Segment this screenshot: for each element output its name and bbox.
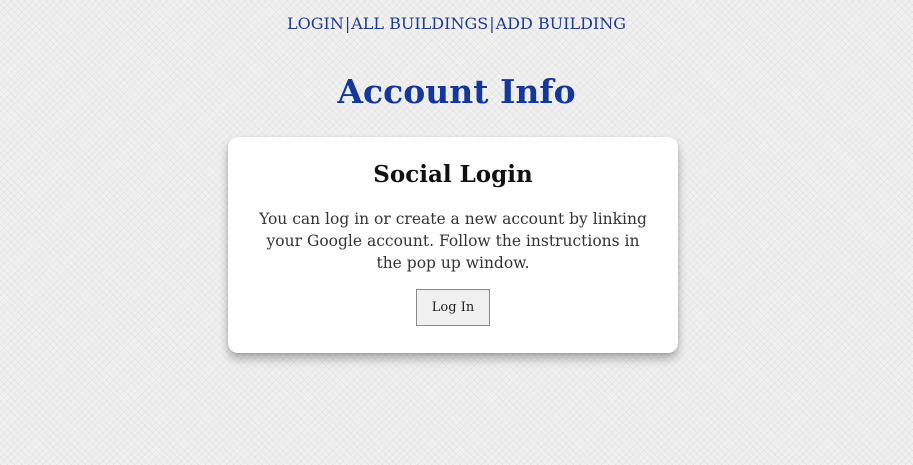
- page-title: Account Info: [337, 72, 576, 111]
- nav-link-all-buildings[interactable]: ALL BUILDINGS: [351, 14, 488, 33]
- nav-link-add-building[interactable]: ADD BUILDING: [496, 14, 626, 33]
- log-in-button[interactable]: Log In: [416, 289, 490, 326]
- nav-link-login[interactable]: LOGIN: [287, 14, 344, 33]
- card-title: Social Login: [373, 161, 533, 188]
- top-nav: LOGIN|ALL BUILDINGS|ADD BUILDING: [0, 14, 913, 33]
- card-description: You can log in or create a new account b…: [259, 210, 647, 272]
- nav-separator: |: [489, 14, 495, 33]
- social-login-card: Social Login You can log in or create a …: [228, 137, 678, 353]
